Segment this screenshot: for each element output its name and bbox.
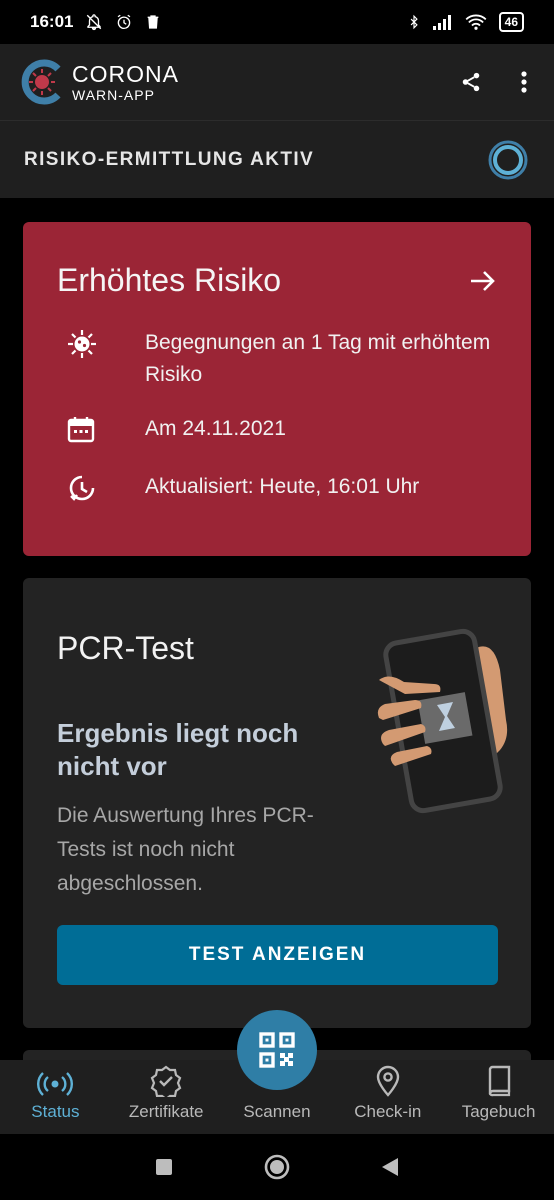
delete-icon (148, 15, 159, 29)
risk-encounters-text: Begegnungen an 1 Tag mit erhöhtem Risiko (145, 331, 491, 386)
nav-scan-label: Scannen (243, 1102, 311, 1121)
share-icon[interactable] (460, 70, 482, 94)
pcr-test-card[interactable]: PCR-Test Ergebnis liegt noch nicht vor D… (23, 578, 531, 1028)
back-triangle-icon[interactable] (381, 1157, 399, 1177)
risk-date-row: Am 24.11.2021 (57, 413, 497, 448)
arrow-forward-icon[interactable] (469, 270, 497, 292)
qr-code-icon (259, 1032, 295, 1068)
recents-square-icon[interactable] (155, 1158, 173, 1176)
risk-encounters-row: Begegnungen an 1 Tag mit erhöhtem Risiko (57, 327, 497, 391)
clock: 16:01 (30, 12, 74, 31)
status-right: 46 (407, 12, 524, 32)
nav-diary[interactable]: Tagebuch (443, 1060, 554, 1134)
nav-checkin[interactable]: Check-in (332, 1060, 443, 1134)
nav-certificates-label: Zertifikate (128, 1102, 204, 1121)
app-logo: CORONA WARN-APP (20, 59, 179, 105)
location-pin-icon (376, 1065, 399, 1097)
show-test-button[interactable]: TEST ANZEIGEN (57, 925, 498, 985)
risk-status-label: RISIKO-ERMITTLUNG AKTIV (24, 148, 315, 170)
nav-status-label: Status (31, 1102, 80, 1121)
pcr-card-body: Die Auswertung Ihres PCR-Tests ist noch … (57, 804, 314, 895)
notifications-off-icon (87, 14, 102, 31)
battery-level: 46 (498, 12, 524, 32)
nav-checkin-label: Check-in (354, 1102, 422, 1121)
signal-icon (432, 15, 451, 30)
certificate-badge-icon (150, 1065, 182, 1097)
scan-fab-button[interactable] (237, 1010, 317, 1090)
calendar-icon (67, 417, 95, 443)
wifi-icon (465, 14, 487, 30)
history-clock-icon (69, 475, 95, 501)
app-subname: WARN-APP (72, 86, 155, 103)
app-bar: CORONA WARN-APP (0, 44, 554, 120)
risk-updated-text: Aktualisiert: Heute, 16:01 Uhr (145, 475, 420, 498)
home-circle-icon[interactable] (263, 1153, 291, 1181)
risk-card[interactable]: Erhöhtes Risiko Begegnungen an 1 Tag mit… (23, 222, 531, 556)
risk-status-bar: RISIKO-ERMITTLUNG AKTIV (0, 120, 554, 198)
app-name: CORONA (72, 60, 179, 87)
alarm-icon (118, 14, 131, 30)
nav-diary-label: Tagebuch (461, 1102, 536, 1121)
system-nav-bar (0, 1134, 554, 1200)
risk-card-title: Erhöhtes Risiko (57, 262, 282, 298)
more-vert-icon[interactable] (520, 70, 528, 94)
risk-date-text: Am 24.11.2021 (145, 417, 286, 440)
book-icon (488, 1065, 510, 1097)
virus-icon (68, 330, 96, 358)
broadcast-icon (37, 1072, 74, 1096)
status-left: 16:01 (30, 12, 161, 32)
bluetooth-icon (410, 14, 418, 30)
risk-updated-row: Aktualisiert: Heute, 16:01 Uhr (57, 471, 497, 508)
corona-logo-icon (21, 59, 61, 105)
nav-status[interactable]: Status (0, 1060, 111, 1134)
system-status-bar: 16:01 46 (0, 0, 554, 44)
pcr-card-subtitle: Ergebnis liegt noch nicht vor (57, 718, 299, 781)
nav-certificates[interactable]: Zertifikate (111, 1060, 222, 1134)
phone-hourglass-illustration (377, 628, 508, 814)
risk-scanning-ring-icon (488, 140, 528, 179)
